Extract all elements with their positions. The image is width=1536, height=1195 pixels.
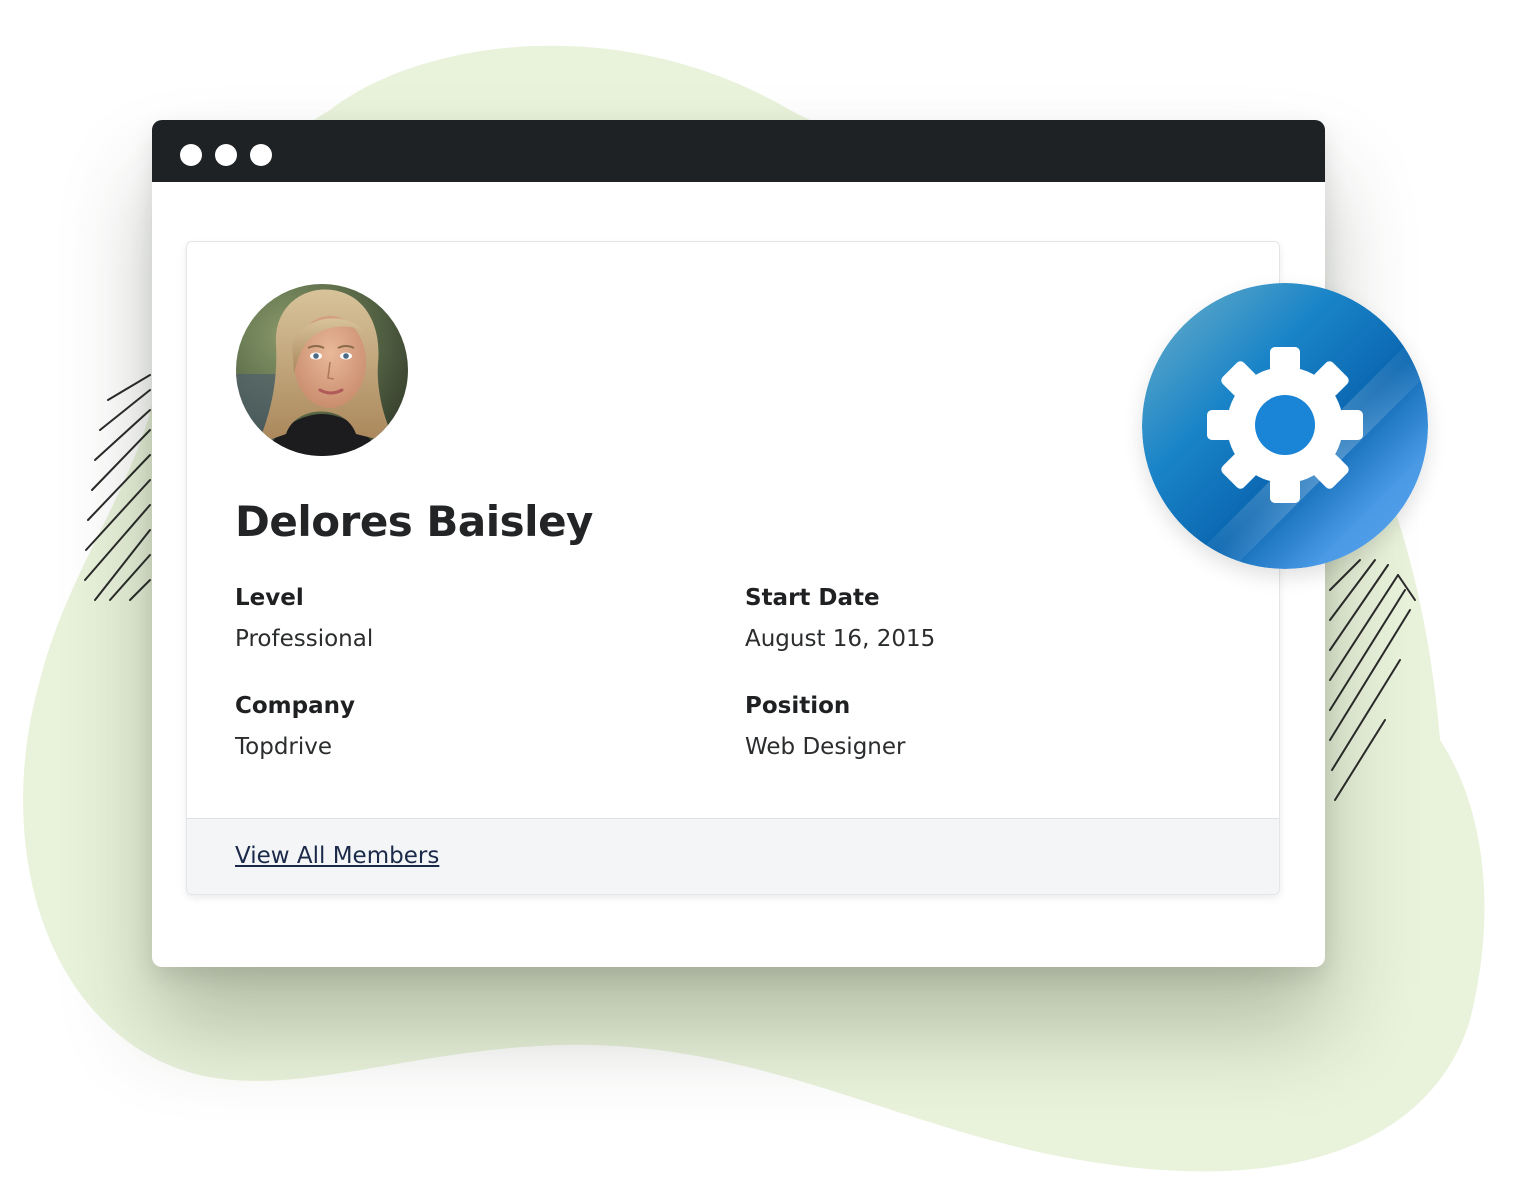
gear-icon <box>1142 283 1428 569</box>
avatar <box>236 284 408 456</box>
member-photo-icon <box>236 284 408 456</box>
scene: Delores Baisley Level Professional Start… <box>0 0 1536 1195</box>
settings-badge[interactable] <box>1142 283 1428 569</box>
level-label: Level <box>235 585 304 611</box>
window-control-dot[interactable] <box>250 144 272 166</box>
member-name: Delores Baisley <box>235 497 593 546</box>
member-card: Delores Baisley Level Professional Start… <box>186 241 1280 895</box>
company-value: Topdrive <box>235 734 333 760</box>
window-control-dot[interactable] <box>215 144 237 166</box>
start-date-value: August 16, 2015 <box>745 626 936 652</box>
company-label: Company <box>235 693 355 719</box>
position-value: Web Designer <box>745 734 906 760</box>
position-label: Position <box>745 693 851 719</box>
window-titlebar <box>152 120 1325 182</box>
browser-window: Delores Baisley Level Professional Start… <box>152 120 1325 967</box>
view-all-members-link[interactable]: View All Members <box>235 843 439 869</box>
level-value: Professional <box>235 626 374 652</box>
start-date-label: Start Date <box>745 585 880 611</box>
card-footer: View All Members <box>187 818 1279 894</box>
window-control-dot[interactable] <box>180 144 202 166</box>
